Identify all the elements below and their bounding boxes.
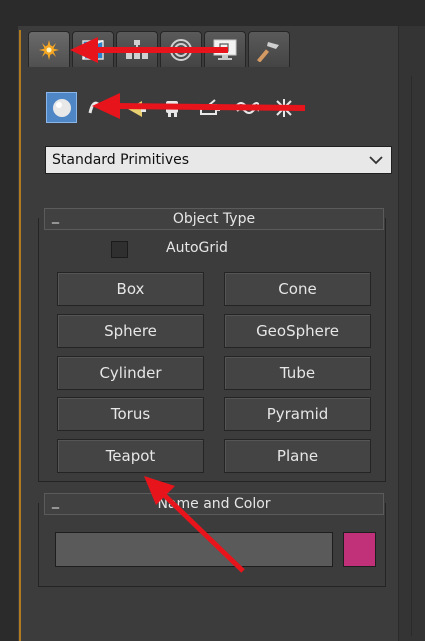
object-type-title: Object Type (172, 211, 256, 227)
subcategory-systems[interactable] (268, 92, 299, 123)
display-icon (213, 39, 237, 60)
tab-modify[interactable] (72, 31, 114, 67)
subcategory-shapes[interactable] (83, 92, 114, 123)
object-name-field[interactable] (55, 532, 333, 567)
tab-motion[interactable] (160, 31, 202, 67)
shapes-icon (88, 101, 109, 113)
tab-hierarchy[interactable] (116, 31, 158, 67)
object-type-collapse[interactable]: _ (52, 206, 59, 226)
autogrid-checkbox[interactable] (111, 241, 128, 258)
box-button[interactable]: Box (57, 272, 204, 306)
panel-scrollbar[interactable] (398, 26, 425, 641)
autogrid-label: AutoGrid (166, 240, 228, 256)
space-warps-icon (235, 101, 259, 114)
cylinder-button[interactable]: Cylinder (57, 356, 204, 390)
tab-utilities[interactable] (248, 31, 290, 67)
geosphere-button[interactable]: GeoSphere (224, 314, 371, 348)
subcategory-cameras[interactable] (157, 92, 188, 123)
object-color-swatch[interactable] (343, 532, 376, 567)
hierarchy-icon (126, 39, 148, 59)
name-and-color-collapse[interactable]: _ (52, 491, 59, 511)
lights-icon (127, 100, 146, 117)
cameras-icon (165, 100, 178, 117)
create-icon (39, 39, 59, 60)
subcategory-geometry[interactable] (46, 92, 77, 123)
command-panel-tabs (28, 31, 290, 67)
plane-button[interactable]: Plane (224, 439, 371, 473)
systems-icon (274, 98, 293, 117)
chevron-down-icon (369, 156, 383, 165)
sphere-button[interactable]: Sphere (57, 314, 204, 348)
motion-icon (170, 38, 192, 61)
name-and-color-title: Name and Color (157, 496, 271, 512)
helpers-icon (199, 98, 220, 115)
panel-active-edge (19, 30, 21, 641)
top-bar (0, 0, 425, 26)
tab-display[interactable] (204, 31, 246, 67)
left-frame (0, 0, 18, 641)
utilities-icon (256, 41, 279, 62)
name-and-color-header[interactable]: _ Name and Color (44, 493, 384, 515)
subcategory-space-warps[interactable] (231, 92, 262, 123)
tube-button[interactable]: Tube (224, 356, 371, 390)
category-dropdown[interactable]: Standard Primitives (45, 146, 392, 174)
pyramid-button[interactable]: Pyramid (224, 397, 371, 431)
teapot-button[interactable]: Teapot (57, 439, 204, 473)
cone-button[interactable]: Cone (224, 272, 371, 306)
torus-button[interactable]: Torus (57, 397, 204, 431)
create-subcategories (46, 92, 299, 123)
modify-icon (82, 39, 104, 60)
tab-create[interactable] (28, 31, 70, 67)
object-type-header[interactable]: _ Object Type (44, 208, 384, 230)
subcategory-helpers[interactable] (194, 92, 225, 123)
category-dropdown-value: Standard Primitives (52, 152, 190, 168)
subcategory-lights[interactable] (120, 92, 151, 123)
geometry-icon (52, 98, 71, 117)
